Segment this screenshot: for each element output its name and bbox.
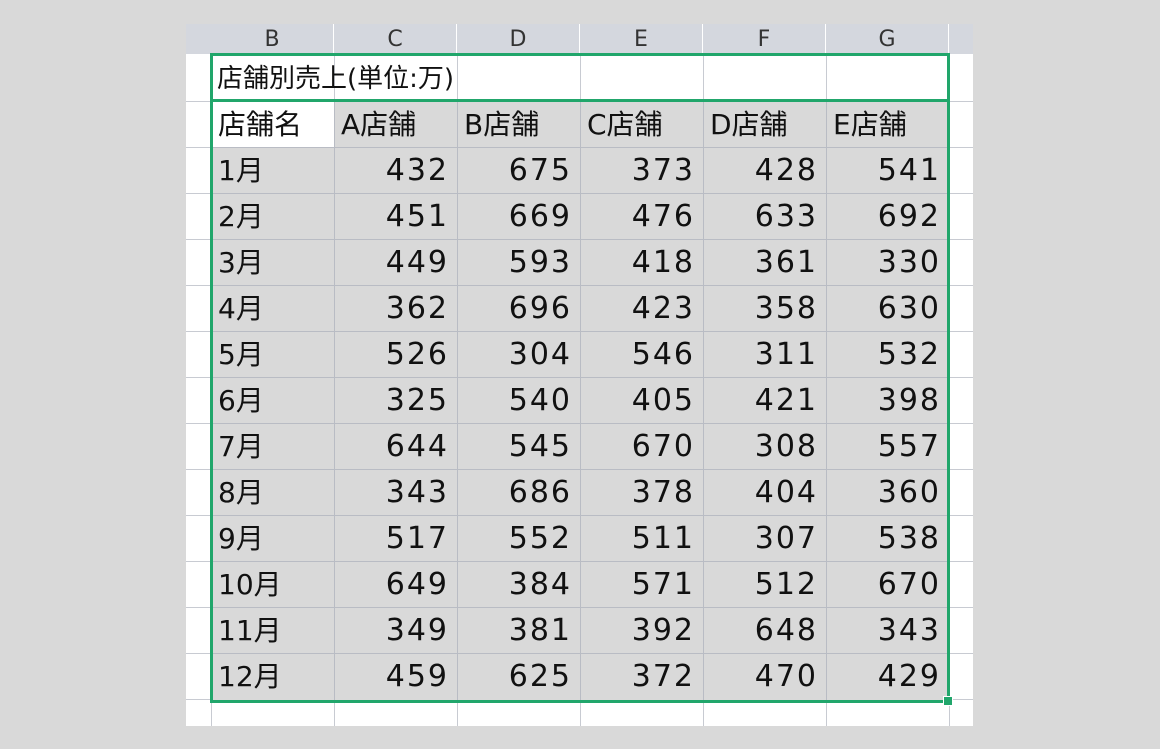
sales-cell[interactable]: 511 xyxy=(580,515,703,561)
sales-cell[interactable]: 648 xyxy=(703,607,826,653)
sales-cell[interactable]: 304 xyxy=(457,331,580,377)
header-cell-store[interactable]: A店舗 xyxy=(334,101,457,147)
month-cell[interactable]: 10月 xyxy=(211,561,334,607)
sales-cell[interactable]: 517 xyxy=(334,515,457,561)
sales-cell[interactable]: 330 xyxy=(826,239,949,285)
sales-cell[interactable]: 696 xyxy=(457,285,580,331)
sales-cell[interactable]: 418 xyxy=(580,239,703,285)
sales-cell[interactable]: 540 xyxy=(457,377,580,423)
month-cell[interactable]: 3月 xyxy=(211,239,334,285)
sales-cell[interactable]: 470 xyxy=(703,653,826,699)
sales-cell[interactable]: 675 xyxy=(457,147,580,193)
sales-cell[interactable]: 459 xyxy=(334,653,457,699)
sales-cell[interactable]: 552 xyxy=(457,515,580,561)
sales-cell[interactable]: 378 xyxy=(580,469,703,515)
fill-handle[interactable] xyxy=(943,696,953,706)
sales-cell[interactable]: 545 xyxy=(457,423,580,469)
gridline-vertical xyxy=(949,54,950,726)
month-cell[interactable]: 5月 xyxy=(211,331,334,377)
sales-cell[interactable]: 343 xyxy=(826,607,949,653)
sales-cell[interactable]: 307 xyxy=(703,515,826,561)
month-cell[interactable]: 11月 xyxy=(211,607,334,653)
sales-cell[interactable]: 449 xyxy=(334,239,457,285)
sales-cell[interactable]: 362 xyxy=(334,285,457,331)
sales-cell[interactable]: 360 xyxy=(826,469,949,515)
sales-cell[interactable]: 669 xyxy=(457,193,580,239)
sales-cell[interactable]: 571 xyxy=(580,561,703,607)
sales-cell[interactable]: 311 xyxy=(703,331,826,377)
sales-cell[interactable]: 398 xyxy=(826,377,949,423)
sheet-title-cell[interactable]: 店舗別売上(単位:万) xyxy=(217,55,454,99)
column-header-e[interactable]: E xyxy=(580,24,703,54)
sales-cell[interactable]: 649 xyxy=(334,561,457,607)
sales-cell[interactable]: 593 xyxy=(457,239,580,285)
sales-cell[interactable]: 538 xyxy=(826,515,949,561)
sales-cell[interactable]: 633 xyxy=(703,193,826,239)
column-header-b[interactable]: B xyxy=(211,24,334,54)
month-cell[interactable]: 8月 xyxy=(211,469,334,515)
sales-cell[interactable]: 361 xyxy=(703,239,826,285)
header-cell-store[interactable]: E店舗 xyxy=(826,101,949,147)
sales-cell[interactable]: 381 xyxy=(457,607,580,653)
month-cell[interactable]: 9月 xyxy=(211,515,334,561)
month-cell[interactable]: 7月 xyxy=(211,423,334,469)
sales-cell[interactable]: 630 xyxy=(826,285,949,331)
sales-cell[interactable]: 325 xyxy=(334,377,457,423)
sales-cell[interactable]: 532 xyxy=(826,331,949,377)
month-cell[interactable]: 2月 xyxy=(211,193,334,239)
month-cell[interactable]: 1月 xyxy=(211,147,334,193)
sales-cell[interactable]: 392 xyxy=(580,607,703,653)
sales-cell[interactable]: 644 xyxy=(334,423,457,469)
sales-cell[interactable]: 557 xyxy=(826,423,949,469)
column-header-bar: BCDEFG xyxy=(186,24,973,54)
sales-cell[interactable]: 429 xyxy=(826,653,949,699)
sales-cell[interactable]: 373 xyxy=(580,147,703,193)
sales-cell[interactable]: 541 xyxy=(826,147,949,193)
sales-cell[interactable]: 476 xyxy=(580,193,703,239)
sales-cell[interactable]: 384 xyxy=(457,561,580,607)
sales-cell[interactable]: 546 xyxy=(580,331,703,377)
sales-cell[interactable]: 349 xyxy=(334,607,457,653)
sales-cell[interactable]: 686 xyxy=(457,469,580,515)
header-cell-store[interactable]: C店舗 xyxy=(580,101,703,147)
sales-cell[interactable]: 372 xyxy=(580,653,703,699)
sales-cell[interactable]: 512 xyxy=(703,561,826,607)
sales-cell[interactable]: 526 xyxy=(334,331,457,377)
sales-cell[interactable]: 670 xyxy=(580,423,703,469)
sales-cell[interactable]: 451 xyxy=(334,193,457,239)
sales-cell[interactable]: 423 xyxy=(580,285,703,331)
spreadsheet-grid[interactable]: BCDEFG 店舗名 A店舗 B店舗 C店舗 D店舗 E店舗 1月 432 675 373 428 5… xyxy=(186,24,973,726)
header-cell-store[interactable]: D店舗 xyxy=(703,101,826,147)
sales-cell[interactable]: 308 xyxy=(703,423,826,469)
header-cell-store-name[interactable]: 店舗名 xyxy=(211,101,334,147)
sales-cell[interactable]: 404 xyxy=(703,469,826,515)
header-cell-store[interactable]: B店舗 xyxy=(457,101,580,147)
sales-cell[interactable]: 358 xyxy=(703,285,826,331)
month-cell[interactable]: 4月 xyxy=(211,285,334,331)
sales-cell[interactable]: 405 xyxy=(580,377,703,423)
sales-cell[interactable]: 670 xyxy=(826,561,949,607)
column-header-d[interactable]: D xyxy=(457,24,580,54)
month-cell[interactable]: 6月 xyxy=(211,377,334,423)
sales-cell[interactable]: 343 xyxy=(334,469,457,515)
sales-cell[interactable]: 432 xyxy=(334,147,457,193)
sales-cell[interactable]: 625 xyxy=(457,653,580,699)
month-cell[interactable]: 12月 xyxy=(211,653,334,699)
column-header-c[interactable]: C xyxy=(334,24,457,54)
sales-cell[interactable]: 421 xyxy=(703,377,826,423)
sales-cell[interactable]: 428 xyxy=(703,147,826,193)
column-header-f[interactable]: F xyxy=(703,24,826,54)
column-header-g[interactable]: G xyxy=(826,24,949,54)
sales-cell[interactable]: 692 xyxy=(826,193,949,239)
